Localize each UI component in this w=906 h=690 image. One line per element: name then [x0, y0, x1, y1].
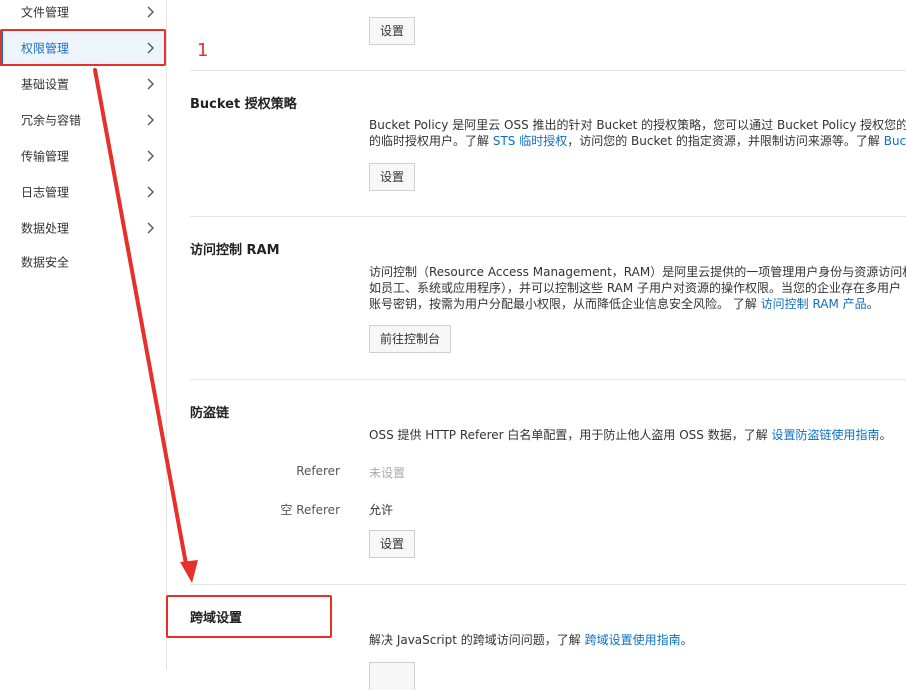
sidebar-item-label: 冗余与容错: [21, 113, 82, 128]
hotlink-settings-button[interactable]: 设置: [369, 530, 416, 558]
sidebar-item-label: 传输管理: [21, 149, 70, 164]
bucket-policy-settings-button[interactable]: 设置: [369, 163, 416, 191]
section-divider: [190, 584, 906, 585]
sidebar-item-data-processing[interactable]: 数据处理: [0, 210, 166, 246]
sidebar-nav: 文件管理 权限管理 基础设置 冗余与容错 传输管理 日志管理 数据处理 数据安全: [0, 0, 167, 670]
section-divider: [190, 216, 906, 217]
text: 。: [866, 297, 879, 311]
sts-temp-auth-link[interactable]: STS 临时授权: [493, 134, 567, 148]
section-divider: [190, 70, 906, 71]
text: 解决 JavaScript 的跨域访问问题，了解: [369, 633, 585, 647]
chevron-right-icon: [147, 6, 154, 18]
cors-settings-button-partial[interactable]: [369, 662, 415, 690]
cors-title: 跨域设置: [190, 611, 243, 626]
cors-desc: 解决 JavaScript 的跨域访问问题，了解 跨域设置使用指南。: [369, 632, 906, 648]
empty-referer-value: 允许: [369, 503, 394, 517]
chevron-right-icon: [147, 114, 154, 126]
highlight-box-permission: [0, 29, 166, 66]
ram-product-link[interactable]: 访问控制 RAM 产品: [761, 297, 867, 311]
cors-guide-link[interactable]: 跨域设置使用指南: [585, 633, 681, 647]
chevron-right-icon: [147, 78, 154, 90]
text: 的临时授权用户。了解: [369, 134, 493, 148]
bucket-policy-desc-line2: 的临时授权用户。了解 STS 临时授权，访问您的 Bucket 的指定资源，并限…: [369, 133, 906, 149]
sidebar-item-label: 文件管理: [21, 5, 70, 20]
bucket-policy-title: Bucket 授权策略: [190, 97, 297, 112]
empty-referer-label: 空 Referer: [280, 503, 340, 517]
go-to-console-button[interactable]: 前往控制台: [369, 325, 452, 353]
text: 。: [879, 428, 892, 442]
chevron-right-icon: [147, 222, 154, 234]
hotlink-title: 防盗链: [190, 406, 230, 421]
sidebar-item-transfer-management[interactable]: 传输管理: [0, 138, 166, 174]
referer-value: 未设置: [369, 466, 406, 480]
sidebar-item-log-management[interactable]: 日志管理: [0, 174, 166, 210]
bucket-policy-link[interactable]: Buck: [884, 134, 906, 148]
annotation-number: 1: [197, 40, 209, 61]
text: 。: [680, 633, 693, 647]
sidebar-item-redundancy[interactable]: 冗余与容错: [0, 102, 166, 138]
referer-label: Referer: [296, 464, 340, 478]
chevron-right-icon: [147, 150, 154, 162]
sidebar-item-label: 基础设置: [21, 77, 70, 92]
ram-desc-line3: 账号密钥，按需为用户分配最小权限，从而降低企业信息安全风险。 了解 访问控制 R…: [369, 296, 906, 312]
sidebar-item-label: 日志管理: [21, 185, 70, 200]
sidebar-item-label: 数据安全: [21, 255, 70, 270]
text: 账号密钥，按需为用户分配最小权限，从而降低企业信息安全风险。 了解: [369, 297, 761, 311]
sidebar-item-data-security[interactable]: 数据安全: [0, 244, 166, 280]
bucket-policy-desc-line1: Bucket Policy 是阿里云 OSS 推出的针对 Bucket 的授权策…: [369, 118, 906, 132]
top-settings-button[interactable]: 设置: [369, 17, 416, 45]
text: OSS 提供 HTTP Referer 白名单配置，用于防止他人盗用 OSS 数…: [369, 428, 772, 442]
ram-desc-line2: 如员工、系统或应用程序），并可以控制这些 RAM 子用户对资源的操作权限。当您的…: [369, 281, 902, 295]
hotlink-guide-link[interactable]: 设置防盗链使用指南: [772, 428, 880, 442]
ram-title: 访问控制 RAM: [190, 243, 280, 258]
chevron-right-icon: [147, 186, 154, 198]
sidebar-item-basic-settings[interactable]: 基础设置: [0, 66, 166, 102]
hotlink-desc: OSS 提供 HTTP Referer 白名单配置，用于防止他人盗用 OSS 数…: [369, 427, 906, 443]
ram-desc-line1: 访问控制（Resource Access Management，RAM）是阿里云…: [369, 265, 906, 279]
sidebar-item-label: 数据处理: [21, 221, 70, 236]
section-divider: [190, 379, 906, 380]
sidebar-item-file-management[interactable]: 文件管理: [0, 0, 166, 30]
text: ，访问您的 Bucket 的指定资源，并限制访问来源等。了解: [567, 134, 884, 148]
